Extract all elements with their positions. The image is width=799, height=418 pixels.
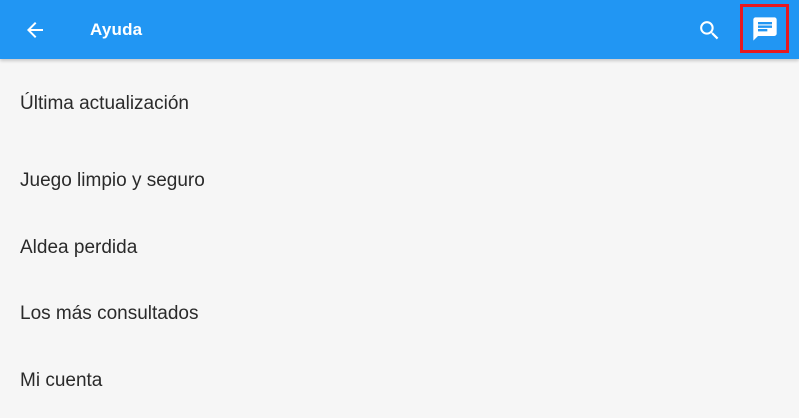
arrow-left-icon bbox=[27, 22, 43, 38]
app-bar: Ayuda bbox=[0, 0, 799, 59]
list-item-label: Última actualización bbox=[20, 92, 189, 114]
list-item-juego-limpio[interactable]: Juego limpio y seguro bbox=[0, 148, 799, 215]
list-item-label: Juego limpio y seguro bbox=[20, 170, 205, 192]
list-item-label: Aldea perdida bbox=[20, 236, 138, 258]
list-item-label: Mi cuenta bbox=[20, 369, 103, 391]
list-item-aldea-perdida[interactable]: Aldea perdida bbox=[0, 215, 799, 282]
back-button[interactable] bbox=[14, 9, 56, 51]
search-button[interactable] bbox=[688, 9, 730, 51]
chat-button[interactable] bbox=[740, 4, 789, 53]
help-topics-list: Última actualización Juego limpio y segu… bbox=[0, 59, 799, 418]
page-title: Ayuda bbox=[90, 20, 143, 39]
help-screen: Ayuda Última actualización Juego limpio … bbox=[0, 0, 799, 418]
search-icon bbox=[699, 20, 718, 39]
list-item-label: Los más consultados bbox=[20, 303, 199, 325]
list-item-mas-consultados[interactable]: Los más consultados bbox=[0, 281, 799, 348]
list-item-mi-cuenta[interactable]: Mi cuenta bbox=[0, 348, 799, 415]
list-item-ultima-actualizacion[interactable]: Última actualización bbox=[0, 59, 799, 148]
chat-message-icon bbox=[752, 16, 777, 41]
